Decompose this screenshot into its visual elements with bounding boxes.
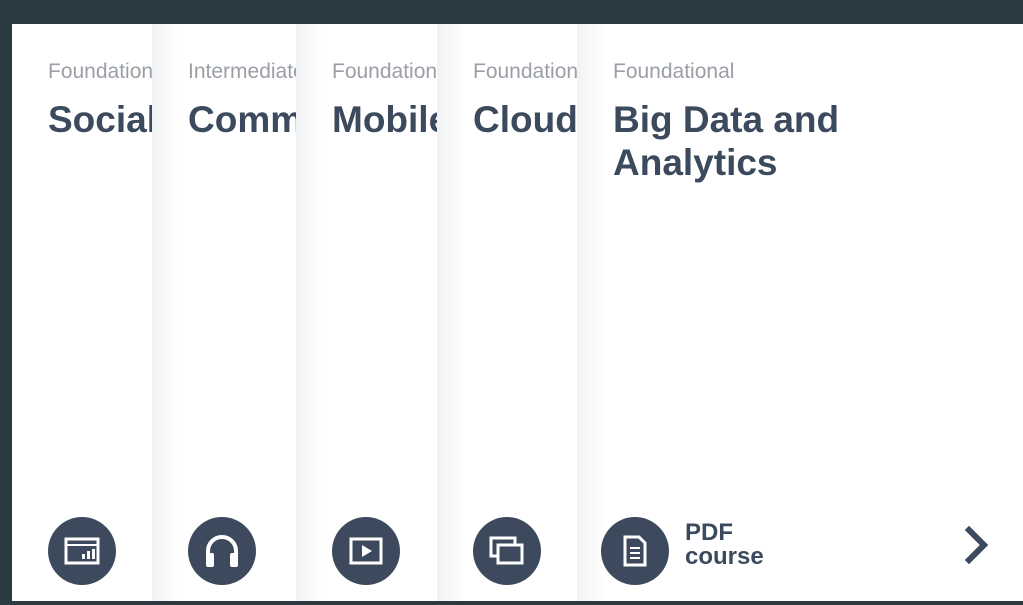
- course-carousel: Foundational Social Intermediate Communi…: [12, 24, 1023, 601]
- course-title: Mobile: [332, 99, 437, 140]
- course-level: Foundational: [473, 60, 577, 83]
- course-level: Foundational: [332, 60, 437, 83]
- course-format-label: PDF course: [685, 521, 764, 569]
- course-card-cloud[interactable]: Foundational Cloud: [437, 24, 577, 601]
- course-level: Intermediate: [188, 60, 296, 83]
- document-icon[interactable]: [601, 517, 669, 585]
- course-title: Cloud: [473, 99, 577, 140]
- play-video-icon[interactable]: [332, 517, 400, 585]
- course-title: Big Data and Analytics: [613, 99, 840, 183]
- chevron-right-icon[interactable]: [959, 523, 995, 567]
- windows-icon[interactable]: [473, 517, 541, 585]
- analytics-screen-icon[interactable]: [48, 517, 116, 585]
- course-level: Foundational: [48, 60, 152, 83]
- course-card-big-data[interactable]: Foundational Big Data and Analytics PDF …: [577, 24, 1023, 601]
- course-card-mobile[interactable]: Foundational Mobile: [296, 24, 437, 601]
- headphones-icon[interactable]: [188, 517, 256, 585]
- course-title: Communication: [188, 99, 296, 140]
- course-card-social[interactable]: Foundational Social: [12, 24, 152, 601]
- course-level: Foundational: [613, 60, 735, 83]
- course-title: Social: [48, 99, 152, 140]
- format-line2: course: [685, 543, 764, 570]
- course-card-communication[interactable]: Intermediate Communication: [152, 24, 296, 601]
- format-line1: PDF: [685, 519, 733, 546]
